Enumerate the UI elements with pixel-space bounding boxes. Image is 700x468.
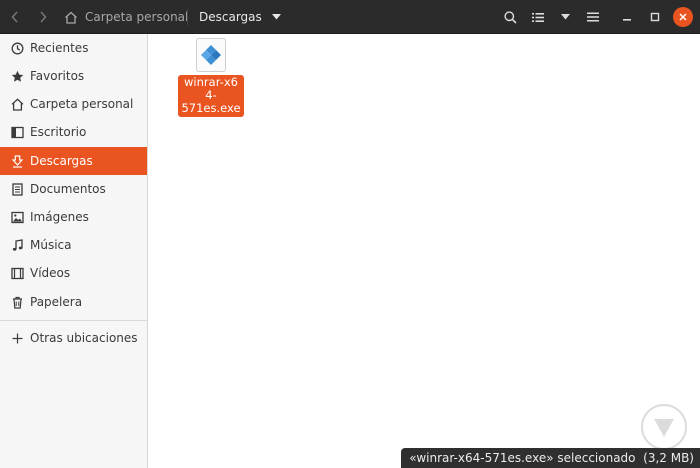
star-icon — [10, 69, 24, 83]
view-options-button[interactable] — [555, 0, 575, 34]
sidebar-item-recientes[interactable]: Recientes — [0, 34, 147, 62]
minimize-button[interactable] — [617, 0, 637, 34]
sidebar-item-imagenes[interactable]: Imágenes — [0, 203, 147, 231]
sidebar-item-musica[interactable]: Música — [0, 231, 147, 259]
search-icon — [503, 10, 517, 24]
download-icon — [10, 154, 24, 168]
file-view[interactable]: winrar-x64- 571es.exe — [148, 34, 700, 468]
sidebar-item-papelera[interactable]: Papelera — [0, 288, 147, 316]
trash-icon — [10, 295, 24, 309]
video-icon — [10, 266, 24, 280]
file-name-line: winrar-x64- — [184, 75, 238, 102]
sidebar-item-label: Música — [30, 238, 72, 252]
home-icon — [65, 11, 77, 24]
caret-down-icon — [271, 14, 281, 20]
maximize-icon — [650, 12, 660, 22]
back-button[interactable] — [6, 0, 24, 34]
watermark-logo-icon — [641, 404, 687, 450]
executable-file-icon — [196, 38, 226, 72]
close-icon — [679, 13, 687, 21]
breadcrumb-home[interactable]: Carpeta personal — [64, 0, 188, 34]
breadcrumb-current-label: Descargas — [199, 10, 262, 24]
plus-icon — [10, 331, 24, 345]
sidebar-item-label: Favoritos — [30, 69, 85, 83]
music-icon — [10, 238, 24, 252]
search-button[interactable] — [500, 0, 520, 34]
home-icon — [10, 97, 24, 111]
file-name-label: winrar-x64- 571es.exe — [178, 75, 244, 117]
hamburger-icon — [587, 12, 599, 22]
file-item[interactable]: winrar-x64- 571es.exe — [178, 38, 244, 117]
chevron-left-icon — [11, 11, 18, 23]
close-button[interactable] — [673, 7, 693, 27]
sidebar-item-label: Vídeos — [30, 266, 71, 280]
sidebar-item-otras-ubicaciones[interactable]: Otras ubicaciones — [0, 324, 147, 352]
sidebar-item-label: Otras ubicaciones — [30, 331, 138, 345]
breadcrumb-separator — [187, 9, 188, 25]
sidebar-item-escritorio[interactable]: Escritorio — [0, 118, 147, 146]
sidebar-item-label: Papelera — [30, 295, 83, 309]
sidebar-item-label: Recientes — [30, 41, 89, 55]
sidebar: Recientes Favoritos Carpeta personal Esc… — [0, 34, 148, 468]
sidebar-item-videos[interactable]: Vídeos — [0, 259, 147, 287]
sidebar-item-carpeta-personal[interactable]: Carpeta personal — [0, 90, 147, 118]
sidebar-item-favoritos[interactable]: Favoritos — [0, 62, 147, 90]
selection-status: «winrar-x64-571es.exe» seleccionado (3,2… — [401, 448, 700, 468]
forward-button[interactable] — [34, 0, 52, 34]
image-icon — [10, 210, 24, 224]
file-name-line: 571es.exe — [181, 101, 241, 115]
breadcrumb-current[interactable]: Descargas — [199, 0, 281, 34]
sidebar-item-descargas[interactable]: Descargas — [0, 147, 147, 175]
sidebar-item-label: Carpeta personal — [30, 97, 134, 111]
breadcrumb-home-label: Carpeta personal — [85, 10, 189, 24]
menu-button[interactable] — [583, 0, 603, 34]
sidebar-item-label: Imágenes — [30, 210, 89, 224]
minimize-icon — [623, 19, 631, 21]
selection-status-text: «winrar-x64-571es.exe» seleccionado (3,2… — [409, 451, 694, 465]
list-view-icon — [532, 12, 544, 22]
caret-down-icon — [560, 14, 570, 20]
maximize-button[interactable] — [645, 0, 665, 34]
chevron-right-icon — [40, 11, 47, 23]
sidebar-item-label: Descargas — [30, 154, 93, 168]
sidebar-divider — [0, 320, 147, 321]
sidebar-item-label: Escritorio — [30, 125, 87, 139]
sidebar-item-documentos[interactable]: Documentos — [0, 175, 147, 203]
sidebar-item-label: Documentos — [30, 182, 106, 196]
document-icon — [10, 182, 24, 196]
desktop-icon — [10, 125, 24, 139]
header-bar: Carpeta personal Descargas — [0, 0, 700, 34]
view-list-button[interactable] — [528, 0, 548, 34]
clock-icon — [10, 41, 24, 55]
